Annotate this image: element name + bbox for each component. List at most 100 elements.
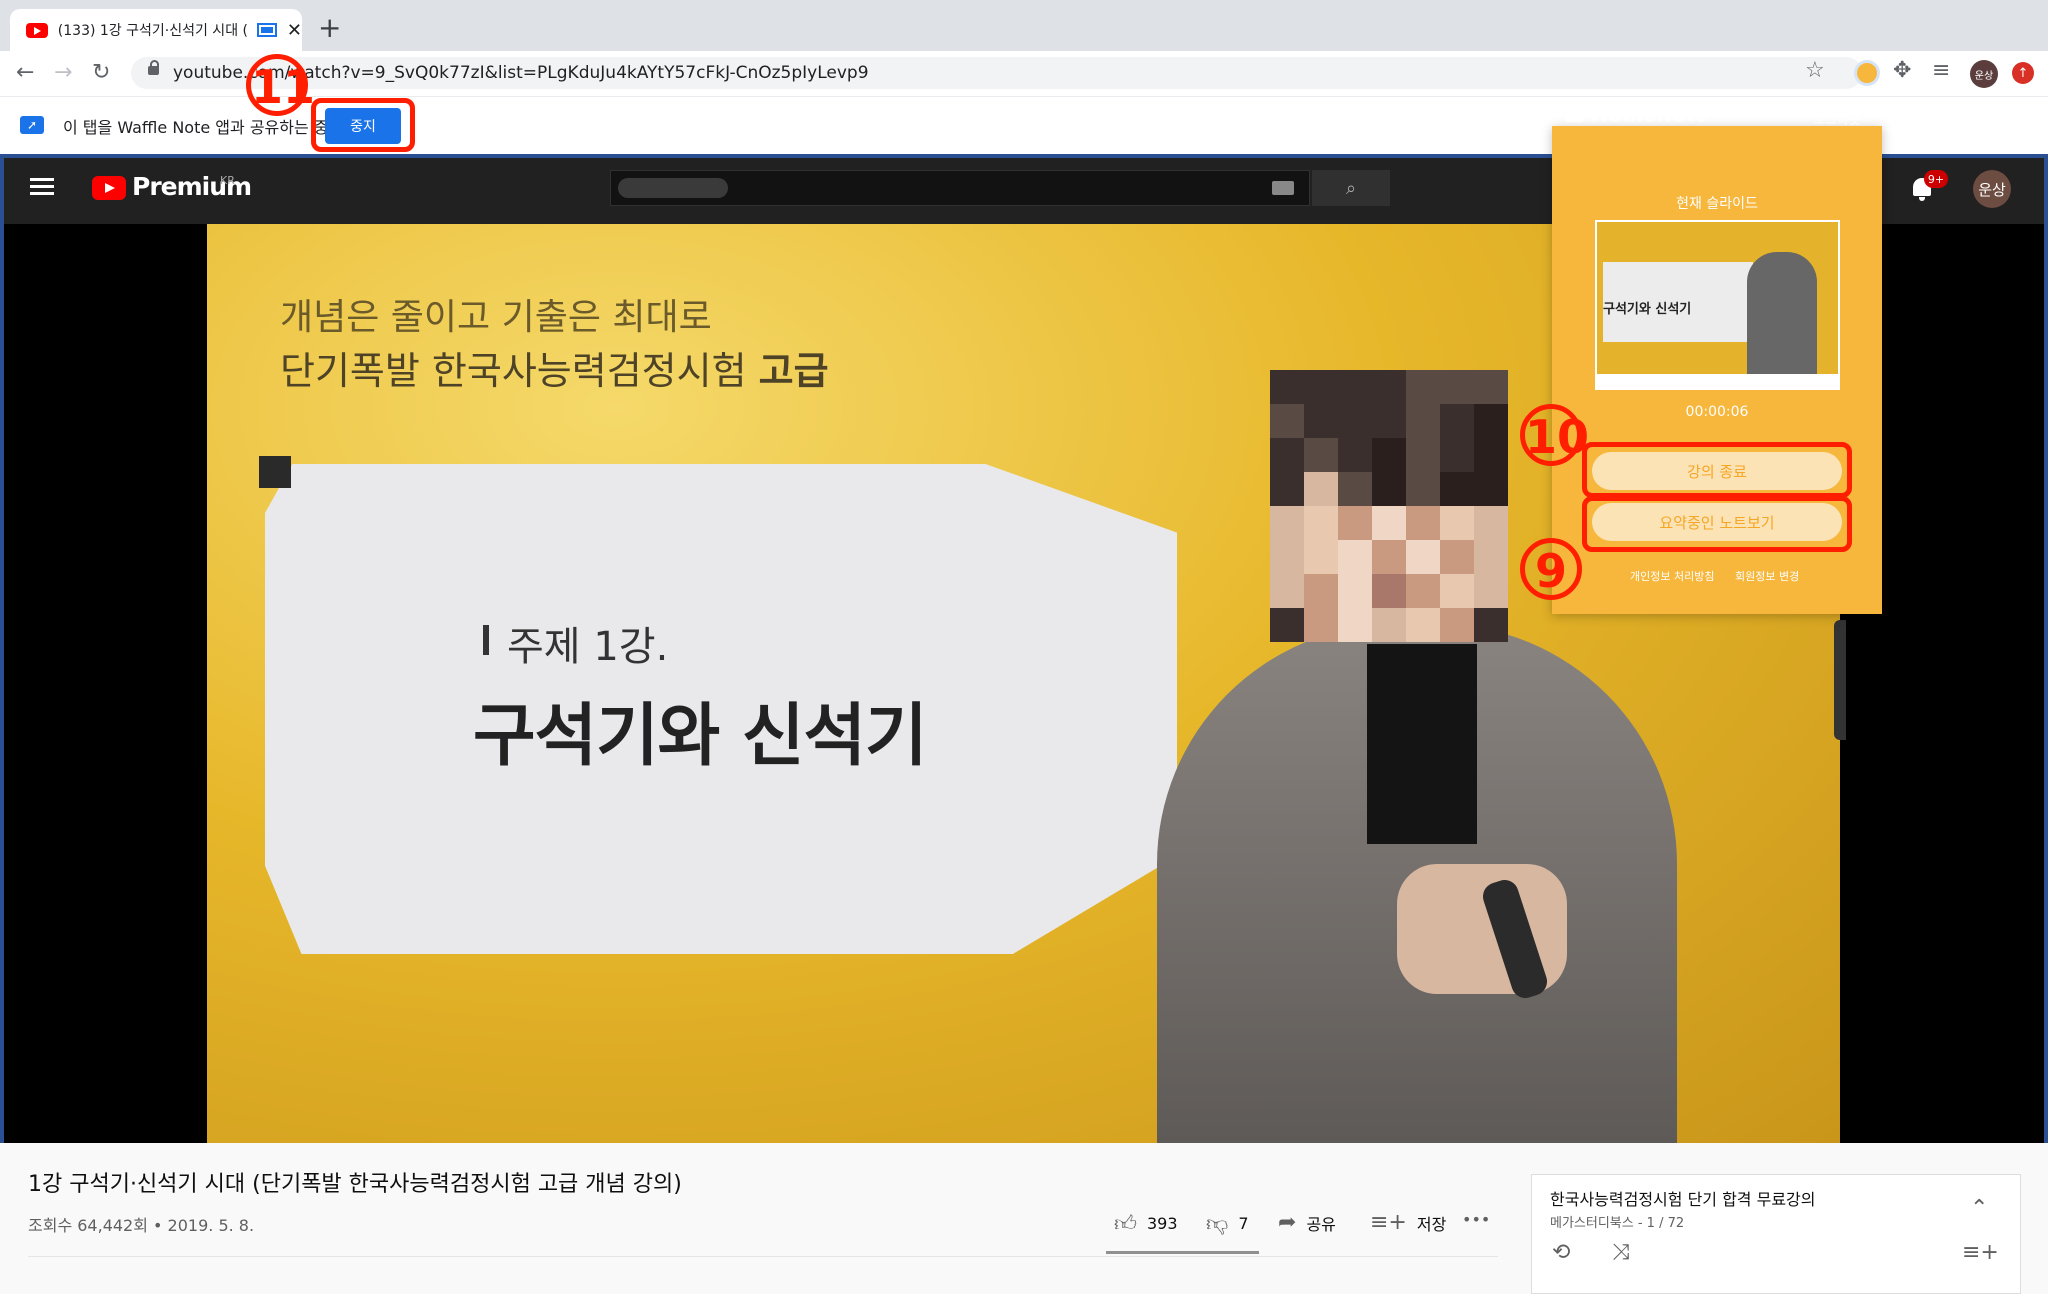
mosaic-cell [1270,506,1304,540]
annotation-number-10: 10 [1520,404,1589,466]
mosaic-cell [1440,472,1474,506]
current-slide-thumbnail: 구석기와 신석기 [1595,220,1840,390]
like-ratio-bar [1106,1251,1259,1254]
thumb-presenter [1747,252,1817,388]
mosaic-cell [1304,506,1338,540]
mosaic-cell [1440,404,1474,438]
tab-sharing-icon [257,23,277,37]
wafflenote-brand: WaffleNote [1589,104,1708,126]
bookmark-star-icon[interactable]: ☆ [1805,58,1825,83]
mosaic-cell [1338,506,1372,540]
annotation-number-11: 11 [246,54,315,116]
slide-topic: 주제 1강. [507,624,669,670]
screen-share-icon: ➚ [20,116,44,134]
presenter-face-mosaic [1270,370,1508,642]
mosaic-cell [1474,506,1508,540]
region-label: KR [220,174,235,187]
side-panel-handle[interactable] [1834,620,1846,740]
thumb-player-bar [1597,374,1838,388]
save-label: 저장 [1416,1214,1447,1234]
share-button[interactable]: ➦ 공유 [1278,1210,1336,1235]
playlist-subtitle[interactable]: 메가스터디북스 - 1 / 72 [1550,1212,1684,1231]
thumbs-down-icon: 👎︎ [1206,1212,1229,1237]
mosaic-cell [1474,438,1508,472]
mosaic-cell [1338,540,1372,574]
thumb-title: 구석기와 신석기 [1603,302,1692,317]
mosaic-cell [1406,404,1440,438]
back-icon[interactable]: ← [16,58,34,88]
mosaic-cell [1372,404,1406,438]
mosaic-cell [1440,608,1474,642]
account-avatar[interactable]: 운상 [1973,170,2011,208]
tab-close-icon[interactable]: ✕ [287,20,302,41]
wafflenote-extension-icon[interactable] [1854,60,1880,86]
mosaic-cell [1304,370,1338,404]
slide-main-title-bold: 고급 [758,349,829,393]
mosaic-cell [1474,574,1508,608]
save-button[interactable]: ≡+ 저장 [1370,1210,1446,1235]
mosaic-cell [1270,472,1304,506]
extensions-puzzle-icon[interactable]: ✥ [1893,58,1911,83]
slide-main-title-regular: 단기폭발 한국사능력검정시험 [280,349,759,393]
collapse-chevron-icon[interactable]: ⌃ [1970,1196,1988,1221]
slide-topic-title: 구석기와 신석기 [473,697,928,776]
like-button[interactable]: 👍︎ 393 [1114,1210,1178,1237]
mosaic-cell [1270,540,1304,574]
tab-title: (133) 1강 구석기·신석기 시대 ( [57,23,248,39]
reload-icon[interactable]: ↻ [92,58,110,88]
youtube-logo-icon[interactable] [92,176,126,200]
mosaic-cell [1406,472,1440,506]
playlist-add-icon: ≡+ [1370,1210,1407,1235]
keyboard-icon[interactable] [1272,181,1294,195]
mosaic-cell [1304,540,1338,574]
search-query-blurred [618,178,728,198]
forward-icon[interactable]: → [54,58,72,88]
mosaic-cell [1270,438,1304,472]
mosaic-cell [1338,370,1372,404]
mosaic-cell [1304,574,1338,608]
capture-timestamp: 00:00:06 [1685,404,1749,420]
slide-subtitle: 개념은 줄이고 기출은 최대로 [280,297,712,338]
new-tab-button[interactable]: + [318,12,341,44]
mosaic-cell [1440,540,1474,574]
browser-profile-avatar[interactable]: 운상 [1970,60,1998,88]
more-actions-button[interactable]: ••• [1462,1210,1490,1229]
mosaic-cell [1440,438,1474,472]
logout-link[interactable]: 로그아웃 [1813,109,1861,128]
update-icon[interactable]: ↑ [2012,62,2034,84]
current-slide-label: 현재 슬라이드 [1676,196,1758,212]
dislike-button[interactable]: 👎︎ 7 [1206,1210,1249,1237]
mosaic-cell [1372,370,1406,404]
mosaic-cell [1474,540,1508,574]
mosaic-cell [1270,574,1304,608]
annotation-number-9: 9 [1520,538,1582,600]
mosaic-cell [1406,438,1440,472]
playlist-save-icon[interactable]: ≡+ [1962,1240,1999,1265]
mosaic-cell [1372,540,1406,574]
privacy-policy-link[interactable]: 개인정보 처리방침 [1630,568,1714,584]
mosaic-cell [1338,608,1372,642]
media-control-icon[interactable]: ≡ [1932,58,1950,83]
mosaic-cell [1372,472,1406,506]
search-button[interactable]: ⌕ [1312,170,1390,206]
thumbs-up-icon: 👍︎ [1114,1212,1137,1237]
topic-bar [483,625,489,655]
annotation-ring-end-lecture [1582,442,1852,498]
lock-icon[interactable] [148,60,159,75]
browser-tab[interactable]: (133) 1강 구석기·신석기 시대 ( ✕ [10,9,302,51]
mosaic-cell [1372,608,1406,642]
shuffle-icon[interactable]: ⤨ [1612,1240,1630,1265]
mosaic-cell [1406,540,1440,574]
account-settings-link[interactable]: 회원정보 변경 [1735,568,1799,584]
video-meta: 조회수 64,442회 • 2019. 5. 8. [28,1216,255,1235]
divider [28,1256,1498,1257]
mosaic-cell [1270,608,1304,642]
dislike-count: 7 [1238,1214,1249,1233]
loop-icon[interactable]: ⟲ [1552,1240,1570,1265]
youtube-favicon-icon [26,22,48,38]
mosaic-cell [1304,438,1338,472]
menu-icon[interactable] [30,178,54,196]
playlist-title[interactable]: 한국사능력검정시험 단기 합격 무료강의 [1550,1186,1816,1210]
mosaic-cell [1406,370,1440,404]
search-icon: ⌕ [1345,177,1357,199]
